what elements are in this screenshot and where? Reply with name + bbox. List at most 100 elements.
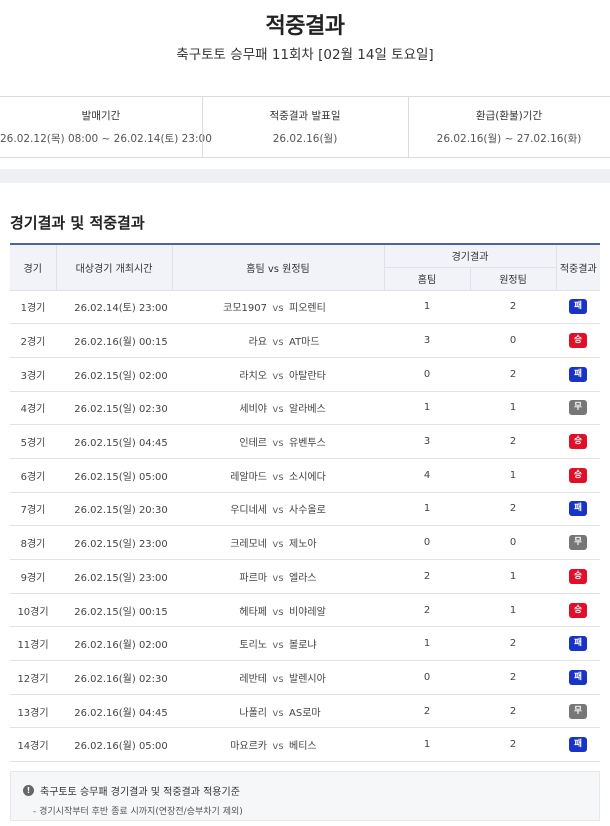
away-team: AT마드 xyxy=(289,337,320,349)
game-cell: 13경기 xyxy=(10,694,56,729)
home-score-cell: 0 xyxy=(384,357,470,392)
datetime-cell: 26.02.15(일) 23:00 xyxy=(56,559,172,594)
away-score-cell: 2 xyxy=(470,357,556,392)
table-row: 1경기 26.02.14(토) 23:00 코모1907 vs 피오렌티 1 2 패 xyxy=(10,290,600,325)
refund-period-value: 26.02.16(월) ~ 27.02.16(화) xyxy=(436,133,582,145)
home-team: 마요르카 xyxy=(230,741,267,753)
refund-period-label: 환급(환불)기간 xyxy=(475,110,543,122)
game-cell: 11경기 xyxy=(10,626,56,662)
outcome-badge: 패 xyxy=(569,669,587,685)
section-divider xyxy=(0,169,610,183)
note-box: ! 축구토토 승무패 경기결과 및 적중결과 적용기준 - 경기시작부터 후반 … xyxy=(10,771,600,821)
away-team: 볼로냐 xyxy=(289,640,317,652)
datetime-cell: 26.02.16(월) 04:45 xyxy=(56,694,172,729)
datetime-cell: 26.02.15(일) 04:45 xyxy=(56,424,172,459)
datetime-cell: 26.02.14(토) 23:00 xyxy=(56,290,172,325)
outcome-cell: 승 xyxy=(556,593,600,628)
game-cell: 4경기 xyxy=(10,391,56,426)
outcome-cell: 패 xyxy=(556,727,600,763)
away-team: 비야레알 xyxy=(289,606,326,618)
game-cell: 5경기 xyxy=(10,424,56,459)
outcome-cell: 패 xyxy=(556,357,600,392)
outcome-cell: 패 xyxy=(556,626,600,662)
outcome-badge: 승 xyxy=(569,333,587,349)
datetime-cell: 26.02.16(월) 00:15 xyxy=(56,323,172,358)
vs-label: vs xyxy=(272,337,284,349)
home-score-cell: 0 xyxy=(384,525,470,560)
header-datetime: 대상경기 개최시간 xyxy=(55,243,173,291)
datetime-cell: 26.02.15(일) 00:15 xyxy=(56,593,172,628)
matchup-cell: 헤타페 vs 비야레알 xyxy=(172,593,384,628)
table-header-row: 경기 대상경기 개최시간 홈팀 vs 원정팀 경기결과 적중결과 xyxy=(10,243,600,291)
datetime-cell: 26.02.15(일) 02:30 xyxy=(56,391,172,426)
vs-label: vs xyxy=(272,370,284,382)
matchup-cell: 크레모네 vs 제노아 xyxy=(172,525,384,560)
away-team: 알라베스 xyxy=(289,404,326,416)
away-team: 베티스 xyxy=(289,741,317,753)
away-team: 피오렌티 xyxy=(289,303,326,315)
home-score-cell: 2 xyxy=(384,559,470,594)
table-row: 9경기 26.02.15(일) 23:00 파르마 vs 엘라스 2 1 승 xyxy=(10,559,600,594)
game-cell: 7경기 xyxy=(10,492,56,527)
away-team: 유벤투스 xyxy=(289,438,326,450)
datetime-cell: 26.02.15(일) 23:00 xyxy=(56,525,172,560)
home-team: 세비야 xyxy=(239,404,267,416)
outcome-badge: 승 xyxy=(569,467,587,483)
outcome-cell: 승 xyxy=(556,559,600,594)
away-score-cell: 2 xyxy=(470,290,556,325)
game-cell: 14경기 xyxy=(10,727,56,763)
home-score-cell: 3 xyxy=(384,323,470,358)
game-cell: 1경기 xyxy=(10,290,56,325)
away-score-cell: 1 xyxy=(470,593,556,628)
vs-label: vs xyxy=(272,438,284,450)
outcome-cell: 패 xyxy=(556,290,600,325)
vs-label: vs xyxy=(272,572,284,584)
announce-date-label: 적중결과 발표일 xyxy=(269,110,341,122)
info-icon: ! xyxy=(23,785,34,796)
table-row: 11경기 26.02.16(월) 02:00 토리노 vs 볼로냐 1 2 패 xyxy=(10,626,600,662)
away-team: 소시에다 xyxy=(289,471,326,483)
away-score-cell: 2 xyxy=(470,492,556,527)
table-row: 10경기 26.02.15(일) 00:15 헤타페 vs 비야레알 2 1 승 xyxy=(10,593,600,628)
matchup-cell: 코모1907 vs 피오렌티 xyxy=(172,290,384,325)
outcome-cell: 패 xyxy=(556,660,600,695)
vs-label: vs xyxy=(272,471,284,483)
table-row: 8경기 26.02.15(일) 23:00 크레모네 vs 제노아 0 0 무 xyxy=(10,525,600,560)
game-cell: 9경기 xyxy=(10,559,56,594)
vs-label: vs xyxy=(272,640,284,652)
away-score-cell: 2 xyxy=(470,727,556,763)
sale-period-label: 발매기간 xyxy=(81,110,121,122)
home-team: 토리노 xyxy=(239,640,267,652)
home-team: 나폴리 xyxy=(239,707,267,719)
matchup-cell: 토리노 vs 볼로냐 xyxy=(172,626,384,662)
matchup-cell: 나폴리 vs AS로마 xyxy=(172,694,384,729)
outcome-badge: 승 xyxy=(569,602,587,618)
away-score-cell: 0 xyxy=(470,525,556,560)
home-team: 레알마드 xyxy=(230,471,267,483)
matchup-cell: 인테르 vs 유벤투스 xyxy=(172,424,384,459)
page-title: 적중결과 xyxy=(265,14,345,39)
outcome-badge: 패 xyxy=(569,366,587,382)
vs-label: vs xyxy=(272,707,284,719)
away-score-cell: 2 xyxy=(470,660,556,695)
vs-label: vs xyxy=(272,673,284,685)
home-score-cell: 1 xyxy=(384,290,470,325)
outcome-badge: 무 xyxy=(569,535,587,551)
datetime-cell: 26.02.16(월) 02:00 xyxy=(56,626,172,662)
game-cell: 3경기 xyxy=(10,357,56,392)
announce-date: 적중결과 발표일 26.02.16(월) xyxy=(202,97,408,157)
page-subtitle: 축구토토 승무패 11회차 [02월 14일 토요일] xyxy=(176,47,434,63)
section-title: 경기결과 및 적중결과 xyxy=(10,214,145,232)
home-score-cell: 1 xyxy=(384,626,470,662)
home-score-cell: 2 xyxy=(384,694,470,729)
away-score-cell: 0 xyxy=(470,323,556,358)
home-team: 파르마 xyxy=(239,572,267,584)
home-score-cell: 0 xyxy=(384,660,470,695)
datetime-cell: 26.02.15(일) 20:30 xyxy=(56,492,172,527)
vs-label: vs xyxy=(272,606,284,618)
table-row: 5경기 26.02.15(일) 04:45 인테르 vs 유벤투스 3 2 승 xyxy=(10,424,600,459)
home-team: 우디네세 xyxy=(230,505,267,517)
note-title: ! 축구토토 승무패 경기결과 및 적중결과 적용기준 xyxy=(23,783,240,798)
results-body: 1경기 26.02.14(토) 23:00 코모1907 vs 피오렌티 1 2 패 2경기 26… xyxy=(10,290,600,763)
home-team: 레반테 xyxy=(239,673,267,685)
